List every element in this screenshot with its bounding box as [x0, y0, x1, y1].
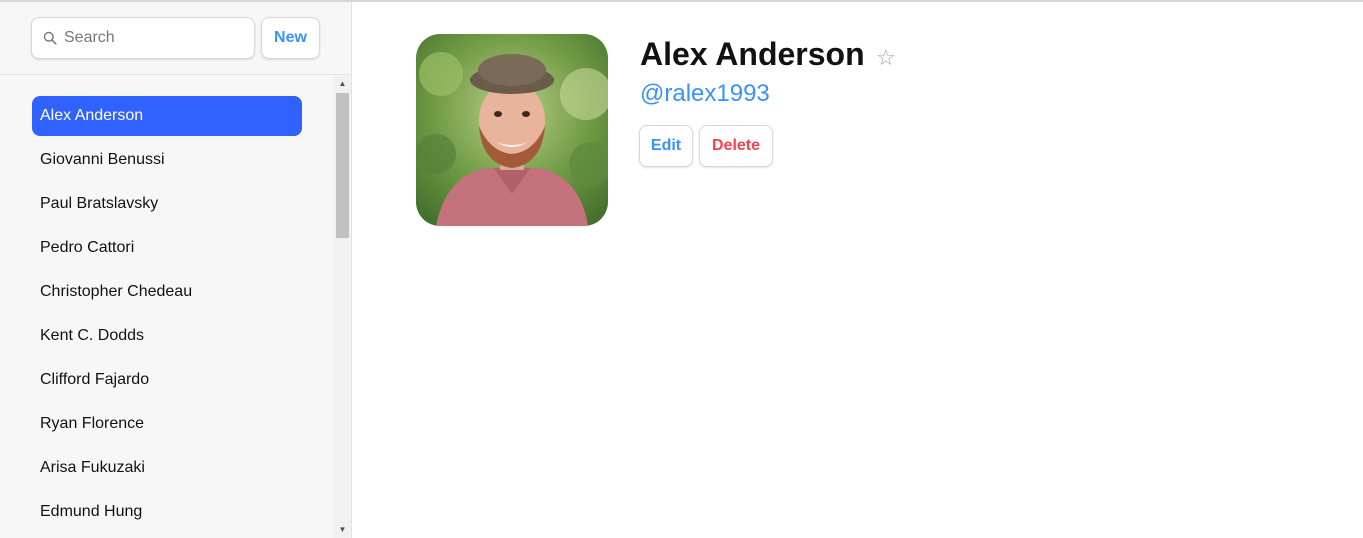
- new-contact-button[interactable]: New: [261, 17, 320, 59]
- contact-item-arisa-fukuzaki[interactable]: Arisa Fukuzaki: [32, 448, 302, 488]
- scroll-down-arrow-icon[interactable]: ▼: [334, 522, 351, 538]
- contact-item-giovanni-benussi[interactable]: Giovanni Benussi: [32, 140, 302, 180]
- contact-item-paul-bratslavsky[interactable]: Paul Bratslavsky: [32, 184, 302, 224]
- scrollbar-thumb[interactable]: [336, 93, 349, 238]
- sidebar: New Alex Anderson Giovanni Benussi Paul …: [0, 2, 352, 538]
- contact-item-kent-c-dodds[interactable]: Kent C. Dodds: [32, 316, 302, 356]
- contact-item-edmund-hung[interactable]: Edmund Hung: [32, 492, 302, 532]
- contact-name: Alex Anderson: [640, 36, 865, 72]
- avatar-photo: [416, 34, 608, 226]
- contact-item-clifford-fajardo[interactable]: Clifford Fajardo: [32, 360, 302, 400]
- contact-item-ryan-florence[interactable]: Ryan Florence: [32, 404, 302, 444]
- contact-item-alex-anderson[interactable]: Alex Anderson: [32, 96, 302, 136]
- sidebar-header: New: [0, 2, 351, 75]
- star-icon[interactable]: ☆: [876, 46, 896, 71]
- contact-list: Alex Anderson Giovanni Benussi Paul Brat…: [0, 76, 334, 538]
- contact-item-pedro-cattori[interactable]: Pedro Cattori: [32, 228, 302, 268]
- search-input[interactable]: [64, 18, 250, 58]
- twitter-handle-link[interactable]: @ralex1993: [640, 80, 770, 108]
- avatar: [416, 34, 608, 226]
- search-box[interactable]: [31, 17, 255, 59]
- contact-detail: Alex Anderson ☆ @ralex1993 Edit Delete: [352, 2, 1363, 538]
- sidebar-scrollbar[interactable]: ▲ ▼: [334, 76, 351, 538]
- contact-item-christopher-chedeau[interactable]: Christopher Chedeau: [32, 272, 302, 312]
- edit-button[interactable]: Edit: [639, 125, 693, 167]
- scroll-up-arrow-icon[interactable]: ▲: [334, 76, 351, 92]
- search-icon: [43, 31, 57, 45]
- delete-button[interactable]: Delete: [699, 125, 773, 167]
